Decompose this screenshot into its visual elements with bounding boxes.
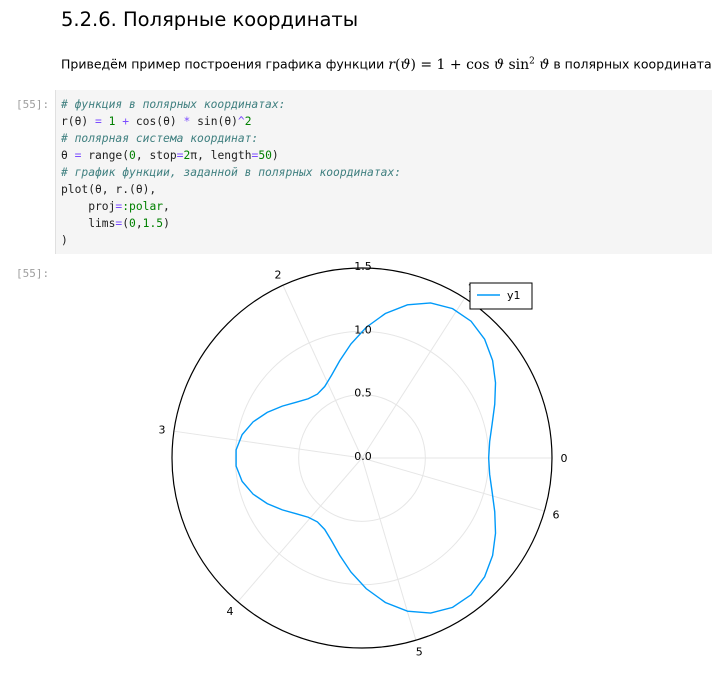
angular-tick-3: 3 — [159, 423, 166, 436]
grid-spoke-4 — [237, 457, 363, 603]
intro-prefix: Приведём пример построения графика функц… — [61, 56, 385, 72]
angular-tick-5: 5 — [416, 646, 423, 659]
legend-label-y1: y1 — [507, 289, 521, 302]
grid-spoke-1 — [361, 297, 466, 459]
input-prompt: [55]: — [16, 98, 50, 111]
code-editor[interactable]: # функция в полярных координатах: r(θ) =… — [61, 96, 401, 249]
polar-plot: 0.00.51.01.5 0123456 y1 — [159, 260, 568, 659]
radial-tick-1.5: 1.5 — [354, 260, 372, 273]
radial-tick-0.0: 0.0 — [354, 450, 372, 463]
angular-tick-6: 6 — [552, 508, 559, 521]
radial-tick-1.0: 1.0 — [354, 323, 372, 336]
grid-spoke-2 — [282, 285, 363, 459]
code-cell[interactable]: # функция в полярных координатах: r(θ) =… — [55, 90, 712, 254]
legend: y1 — [469, 282, 533, 310]
grid-spoke-5 — [361, 457, 417, 641]
angular-tick-4: 4 — [226, 605, 233, 618]
intro-formula: r(ϑ) = 1 + cos ϑ sin2 ϑ — [388, 56, 550, 73]
angular-tick-2: 2 — [274, 268, 281, 281]
section-heading: 5.2.6. Полярные координаты — [61, 8, 359, 31]
angular-tick-0: 0 — [561, 452, 568, 465]
intro-paragraph: Приведём пример построения графика функц… — [61, 52, 712, 74]
radial-tick-labels: 0.0 0.5 1.0 1.5 — [354, 260, 372, 463]
code-comment-3: # график функции, заданной в полярных ко… — [61, 166, 402, 179]
grid-spoke-6 — [361, 457, 545, 512]
grid-spoke-3 — [173, 430, 363, 459]
radial-tick-0.5: 0.5 — [354, 387, 372, 400]
intro-suffix: в полярных координатах — [553, 56, 712, 72]
code-comment-1: # функция в полярных координатах: — [61, 98, 286, 111]
code-comment-2: # полярная система координат: — [61, 132, 259, 145]
legend-box — [469, 282, 533, 310]
